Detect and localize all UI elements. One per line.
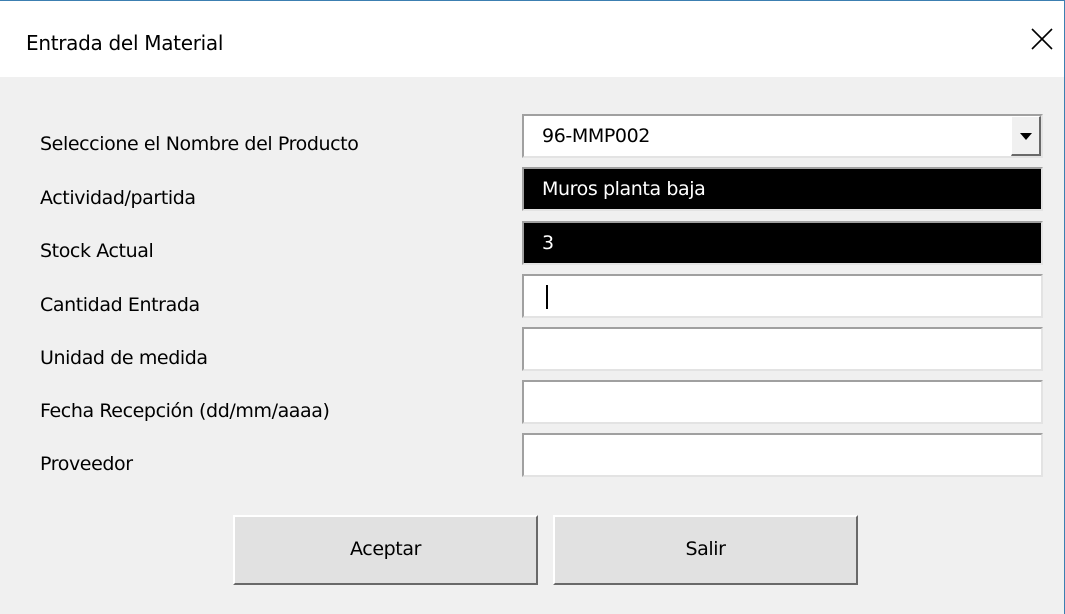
- close-button[interactable]: [1020, 13, 1064, 63]
- product-name-value: 96-MMP002: [542, 125, 650, 147]
- reception-date-input[interactable]: [522, 380, 1043, 424]
- title-bar: Entrada del Material: [0, 1, 1064, 77]
- activity-label: Actividad/partida: [40, 187, 196, 209]
- stock-field: 3: [522, 221, 1043, 265]
- dialog-window: Entrada del Material Seleccione el Nombr…: [0, 0, 1065, 614]
- product-name-combobox[interactable]: 96-MMP002: [522, 114, 1043, 158]
- activity-field: Muros planta baja: [522, 167, 1043, 211]
- product-name-label: Seleccione el Nombre del Producto: [40, 133, 359, 155]
- window-title: Entrada del Material: [26, 31, 224, 55]
- stock-value: 3: [542, 232, 554, 254]
- close-icon: [1031, 28, 1053, 50]
- reception-date-label: Fecha Recepción (dd/mm/aaaa): [40, 400, 330, 422]
- supplier-input[interactable]: [522, 433, 1043, 477]
- supplier-label: Proveedor: [40, 453, 133, 475]
- text-caret: [546, 285, 548, 309]
- exit-button[interactable]: Salir: [553, 515, 858, 585]
- stock-label: Stock Actual: [40, 240, 154, 262]
- accept-button[interactable]: Aceptar: [233, 515, 538, 585]
- activity-value: Muros planta baja: [542, 178, 706, 200]
- unit-input[interactable]: [522, 327, 1043, 371]
- product-dropdown-button[interactable]: [1011, 116, 1041, 156]
- unit-label: Unidad de medida: [40, 347, 208, 369]
- quantity-input[interactable]: [522, 274, 1043, 318]
- quantity-label: Cantidad Entrada: [40, 294, 200, 316]
- chevron-down-icon: [1020, 133, 1032, 140]
